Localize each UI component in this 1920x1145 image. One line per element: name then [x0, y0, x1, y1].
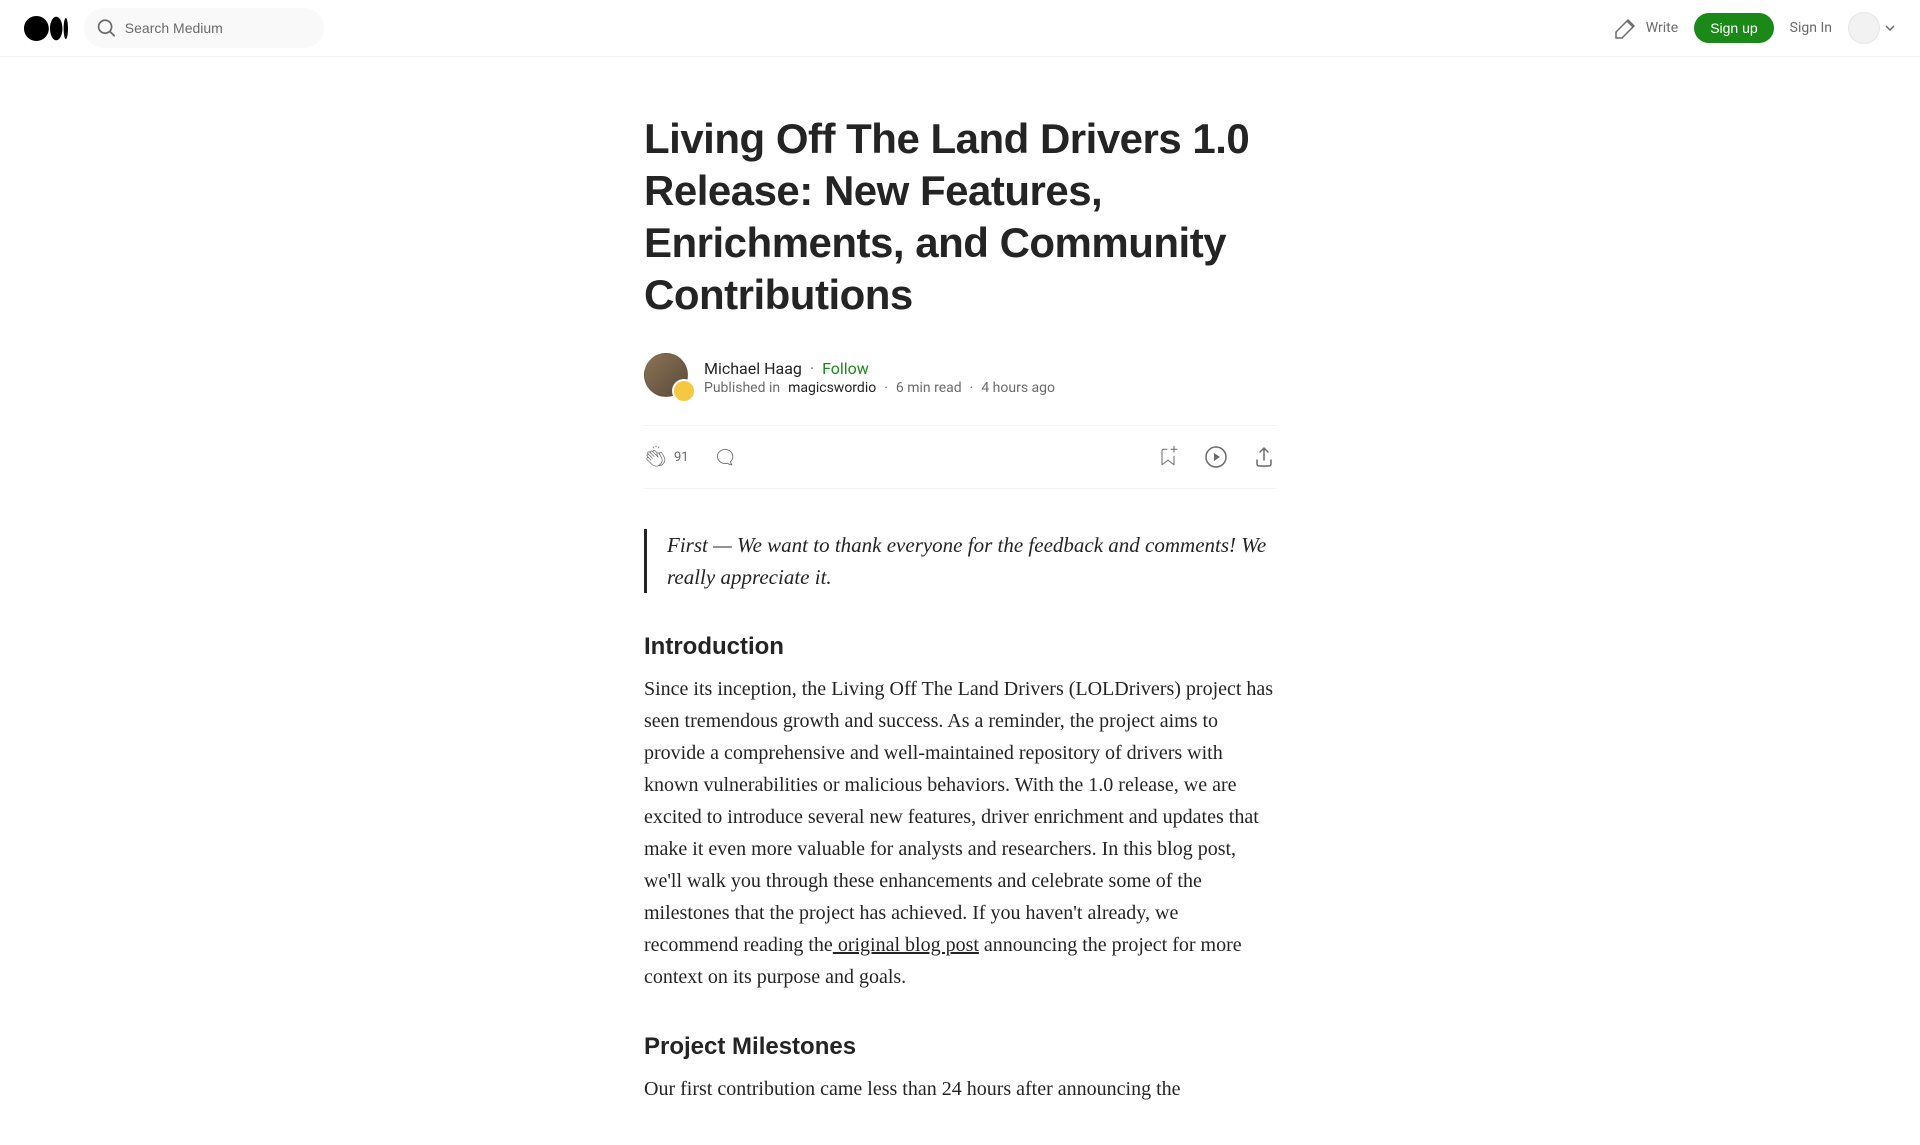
chevron-down-icon	[1884, 22, 1896, 34]
separator: ·	[810, 359, 814, 378]
clap-icon	[644, 445, 668, 469]
article-title: Living Off The Land Drivers 1.0 Release:…	[644, 113, 1276, 321]
signin-button[interactable]: Sign In	[1790, 20, 1832, 36]
profile-avatar	[1848, 12, 1880, 44]
search-container[interactable]	[84, 8, 324, 48]
write-icon	[1614, 16, 1638, 40]
intro-text-pre: Since its inception, the Living Off The …	[644, 678, 1273, 956]
section-heading-milestones: Project Milestones	[644, 1033, 1276, 1061]
clap-button[interactable]: 91	[644, 429, 689, 485]
blockquote-text: First — We want to thank everyone for th…	[667, 529, 1276, 593]
publication-link[interactable]: magicswordio	[788, 380, 876, 396]
site-header: Write Sign up Sign In	[0, 0, 1920, 57]
share-button[interactable]	[1252, 429, 1276, 485]
search-input[interactable]	[125, 20, 312, 36]
separator: ·	[884, 380, 888, 396]
original-blog-post-link[interactable]: original blog post	[833, 934, 979, 956]
author-name-link[interactable]: Michael Haag	[704, 359, 802, 378]
listen-button[interactable]	[1204, 429, 1228, 485]
blockquote: First — We want to thank everyone for th…	[644, 529, 1276, 593]
write-button[interactable]: Write	[1614, 16, 1678, 40]
author-info: Michael Haag · Follow Published in magic…	[704, 359, 1055, 396]
read-time: 6 min read	[896, 380, 962, 396]
search-icon	[96, 16, 117, 40]
share-icon	[1252, 445, 1276, 469]
separator: ·	[970, 380, 974, 396]
author-avatars[interactable]	[644, 353, 692, 401]
publication-avatar	[672, 379, 696, 403]
profile-menu-button[interactable]	[1848, 12, 1896, 44]
medium-logo-icon	[24, 16, 68, 41]
play-circle-icon	[1204, 445, 1228, 469]
medium-logo[interactable]	[24, 16, 68, 41]
write-label: Write	[1646, 20, 1678, 36]
signup-button[interactable]: Sign up	[1694, 13, 1773, 43]
bookmark-add-icon	[1156, 445, 1180, 469]
publish-date: 4 hours ago	[981, 380, 1055, 396]
author-section: Michael Haag · Follow Published in magic…	[644, 353, 1276, 401]
bookmark-button[interactable]	[1156, 429, 1180, 485]
milestones-paragraph: Our first contribution came less than 24…	[644, 1073, 1276, 1105]
introduction-paragraph: Since its inception, the Living Off The …	[644, 673, 1276, 993]
comment-button[interactable]	[713, 429, 737, 485]
clap-count: 91	[674, 450, 689, 465]
article: Living Off The Land Drivers 1.0 Release:…	[620, 113, 1300, 1105]
action-bar: 91	[644, 425, 1276, 489]
follow-button[interactable]: Follow	[822, 359, 869, 378]
published-in-prefix: Published in	[704, 380, 780, 396]
comment-icon	[713, 445, 737, 469]
section-heading-introduction: Introduction	[644, 633, 1276, 661]
